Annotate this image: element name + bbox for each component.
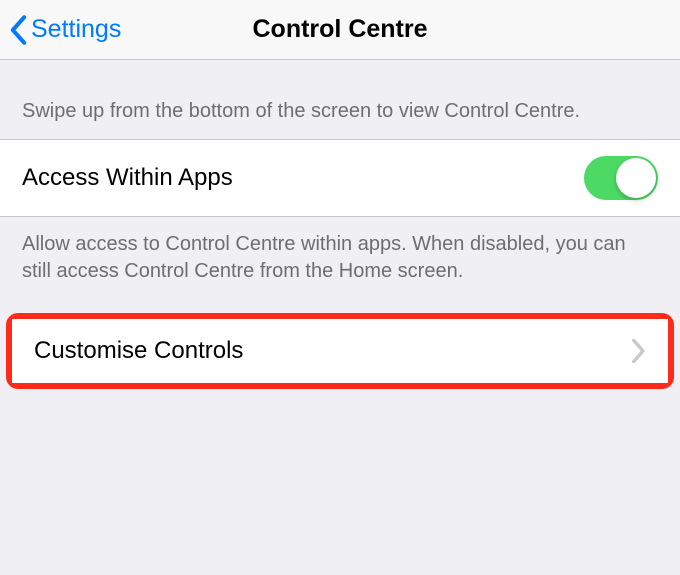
- back-label: Settings: [31, 15, 121, 44]
- highlight-box: Customise Controls: [6, 313, 674, 389]
- access-within-apps-row: Access Within Apps: [0, 139, 680, 217]
- access-within-apps-toggle[interactable]: [584, 156, 658, 200]
- access-within-apps-label: Access Within Apps: [22, 164, 233, 192]
- customise-controls-label: Customise Controls: [34, 337, 243, 365]
- toggle-knob: [616, 158, 656, 198]
- section-footer: Allow access to Control Centre within ap…: [0, 217, 680, 313]
- back-button[interactable]: Settings: [0, 15, 121, 45]
- nav-bar: Settings Control Centre: [0, 0, 680, 60]
- chevron-left-icon: [10, 15, 27, 45]
- customise-controls-row[interactable]: Customise Controls: [12, 319, 668, 383]
- section-description: Swipe up from the bottom of the screen t…: [0, 60, 680, 139]
- chevron-right-icon: [632, 339, 646, 363]
- page-title: Control Centre: [253, 15, 428, 44]
